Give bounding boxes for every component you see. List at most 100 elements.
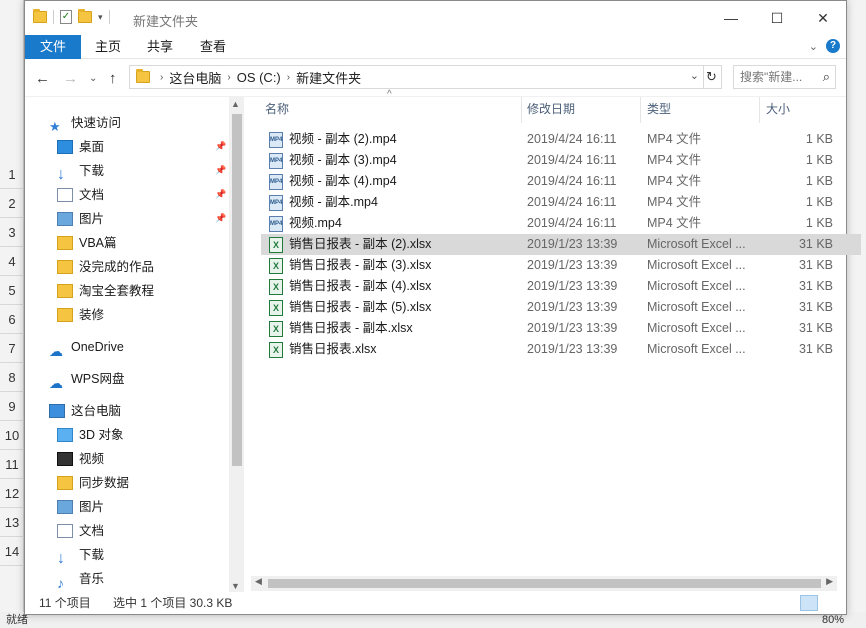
details-view-button[interactable] xyxy=(800,595,818,611)
tab-file[interactable]: 文件 xyxy=(25,35,81,59)
excel-row-number[interactable]: 1 xyxy=(0,160,24,189)
breadcrumb-os-c[interactable]: OS (C:) xyxy=(237,70,281,85)
excel-row-number[interactable]: 4 xyxy=(0,247,24,276)
file-name-cell: X 销售日报表 - 副本 (4).xlsx xyxy=(269,276,431,297)
excel-row-number[interactable]: 6 xyxy=(0,305,24,334)
file-row[interactable]: MP4 视频.mp4 2019/4/24 16:11 MP4 文件 1 KB xyxy=(261,213,861,234)
recent-locations-chevron-icon[interactable]: ⌄ xyxy=(89,73,97,84)
pin-icon[interactable]: 📌 xyxy=(215,189,226,200)
scroll-right-icon[interactable]: ▶ xyxy=(826,576,833,587)
file-row[interactable]: MP4 视频 - 副本 (3).mp4 2019/4/24 16:11 MP4 文件 1… xyxy=(261,150,861,171)
nav-item[interactable]: 视频 xyxy=(57,448,104,470)
nav-this-pc[interactable]: 这台电脑 xyxy=(49,400,121,422)
nav-item[interactable]: 同步数据 xyxy=(57,472,129,494)
nav-quick-access[interactable]: ★ 快速访问 xyxy=(49,112,121,134)
title-bar[interactable]: ✓ ▾ 新建文件夹 — ☐ ✕ xyxy=(25,1,846,35)
file-row[interactable]: MP4 视频 - 副本.mp4 2019/4/24 16:11 MP4 文件 1 KB xyxy=(261,192,861,213)
minimize-button[interactable]: — xyxy=(708,1,754,35)
nav-item[interactable]: 3D 对象 xyxy=(57,424,123,446)
properties-icon[interactable]: ✓ xyxy=(60,10,72,24)
search-icon[interactable]: ⌕ xyxy=(823,66,830,88)
nav-wps-drive[interactable]: ☁ WPS网盘 xyxy=(49,368,124,391)
close-button[interactable]: ✕ xyxy=(800,1,846,35)
help-icon[interactable]: ? xyxy=(826,39,840,53)
breadcrumb-separator-icon[interactable]: › xyxy=(287,72,290,83)
excel-row-number[interactable]: 9 xyxy=(0,392,24,421)
scroll-down-icon[interactable]: ▼ xyxy=(231,581,240,591)
nav-label: VBA篇 xyxy=(79,236,117,250)
address-dropdown-chevron-icon[interactable]: ⌄ xyxy=(690,69,699,82)
pin-icon[interactable]: 📌 xyxy=(215,213,226,224)
breadcrumb-separator-icon[interactable]: › xyxy=(227,72,230,83)
nav-item[interactable]: 桌面 xyxy=(57,136,104,158)
breadcrumb-new-folder[interactable]: 新建文件夹 xyxy=(296,68,361,87)
large-icons-view-button[interactable] xyxy=(822,595,840,611)
maximize-button[interactable]: ☐ xyxy=(754,1,800,35)
excel-row-number[interactable]: 7 xyxy=(0,334,24,363)
back-arrow-icon[interactable]: ← xyxy=(35,70,50,87)
nav-item[interactable]: 文档 xyxy=(57,184,104,206)
column-divider[interactable] xyxy=(521,97,522,123)
excel-row-number[interactable]: 14 xyxy=(0,537,24,566)
document-icon xyxy=(57,524,73,538)
file-row[interactable]: X 销售日报表 - 副本 (3).xlsx 2019/1/23 13:39 Micro… xyxy=(261,255,861,276)
nav-item[interactable]: 文档 xyxy=(57,520,104,542)
tab-view[interactable]: 查看 xyxy=(186,35,240,59)
excel-row-number[interactable]: 5 xyxy=(0,276,24,305)
file-row[interactable]: X 销售日报表 - 副本 (2).xlsx 2019/1/23 13:39 Micro… xyxy=(261,234,861,255)
nav-item[interactable]: ♪ 音乐 xyxy=(57,568,104,591)
scroll-left-icon[interactable]: ◀ xyxy=(255,576,262,587)
excel-row-number[interactable]: 11 xyxy=(0,450,24,479)
customize-toolbar-chevron-icon[interactable]: ▾ xyxy=(98,12,103,23)
new-folder-icon[interactable] xyxy=(78,9,92,23)
horizontal-scrollbar[interactable]: ◀ ▶ xyxy=(251,576,837,591)
refresh-button[interactable]: ↻ xyxy=(702,65,722,89)
column-header-date[interactable]: 修改日期 xyxy=(527,97,575,121)
file-row[interactable]: MP4 视频 - 副本 (2).mp4 2019/4/24 16:11 MP4 文件 1… xyxy=(261,129,861,150)
column-header-name[interactable]: 名称 xyxy=(265,97,289,121)
column-header-type[interactable]: 类型 xyxy=(647,97,671,121)
nav-item[interactable]: 没完成的作品 xyxy=(57,256,154,278)
tab-share[interactable]: 共享 xyxy=(133,35,187,59)
file-date: 2019/1/23 13:39 xyxy=(527,342,618,356)
file-row[interactable]: X 销售日报表 - 副本 (4).xlsx 2019/1/23 13:39 Micro… xyxy=(261,276,861,297)
excel-row-number[interactable]: 10 xyxy=(0,421,24,450)
pin-icon[interactable]: 📌 xyxy=(215,141,226,152)
nav-item[interactable]: 图片 xyxy=(57,496,104,518)
scrollbar-thumb[interactable] xyxy=(268,579,821,588)
nav-item[interactable]: VBA篇 xyxy=(57,232,117,254)
nav-item[interactable]: ↓ 下载 xyxy=(57,544,104,567)
scroll-up-icon[interactable]: ▲ xyxy=(231,99,240,109)
file-row[interactable]: X 销售日报表.xlsx 2019/1/23 13:39 Microsoft Exce… xyxy=(261,339,861,360)
tab-home[interactable]: 主页 xyxy=(81,35,135,59)
excel-row-number[interactable]: 13 xyxy=(0,508,24,537)
breadcrumb-this-pc[interactable]: 这台电脑 xyxy=(169,68,221,87)
nav-item[interactable]: ↓ 下载 xyxy=(57,160,104,183)
breadcrumb-separator-icon[interactable]: › xyxy=(160,72,163,83)
column-divider[interactable] xyxy=(759,97,760,123)
scrollbar-thumb[interactable] xyxy=(232,114,242,466)
file-date: 2019/1/23 13:39 xyxy=(527,321,618,335)
forward-arrow-icon[interactable]: → xyxy=(63,70,78,87)
excel-row-number[interactable]: 2 xyxy=(0,189,24,218)
nav-item[interactable]: 淘宝全套教程 xyxy=(57,280,154,302)
excel-row-number[interactable]: 3 xyxy=(0,218,24,247)
excel-row-number[interactable]: 12 xyxy=(0,479,24,508)
column-divider[interactable] xyxy=(640,97,641,123)
file-row[interactable]: X 销售日报表 - 副本 (5).xlsx 2019/1/23 13:39 Micro… xyxy=(261,297,861,318)
up-arrow-icon[interactable]: ↑ xyxy=(109,70,117,87)
mp4-file-icon: MP4 xyxy=(269,194,283,211)
nav-item[interactable]: 图片 xyxy=(57,208,104,230)
file-row[interactable]: MP4 视频 - 副本 (4).mp4 2019/4/24 16:11 MP4 文件 1… xyxy=(261,171,861,192)
nav-onedrive[interactable]: ☁ OneDrive xyxy=(49,336,124,359)
excel-row-number[interactable]: 8 xyxy=(0,363,24,392)
column-header-size[interactable]: 大小 xyxy=(766,97,790,121)
address-bar[interactable]: › 这台电脑 › OS (C:) › 新建文件夹 ⌄ xyxy=(129,65,704,89)
nav-item[interactable]: 装修 xyxy=(57,304,104,326)
nav-scrollbar[interactable]: ▲ ▼ xyxy=(229,97,244,593)
expand-ribbon-chevron-icon[interactable]: ⌄ xyxy=(809,40,818,53)
file-row[interactable]: X 销售日报表 - 副本.xlsx 2019/1/23 13:39 Microsoft… xyxy=(261,318,861,339)
pin-icon[interactable]: 📌 xyxy=(215,165,226,176)
file-date: 2019/4/24 16:11 xyxy=(527,195,617,209)
search-input[interactable]: 搜索"新建... ⌕ xyxy=(733,65,836,89)
